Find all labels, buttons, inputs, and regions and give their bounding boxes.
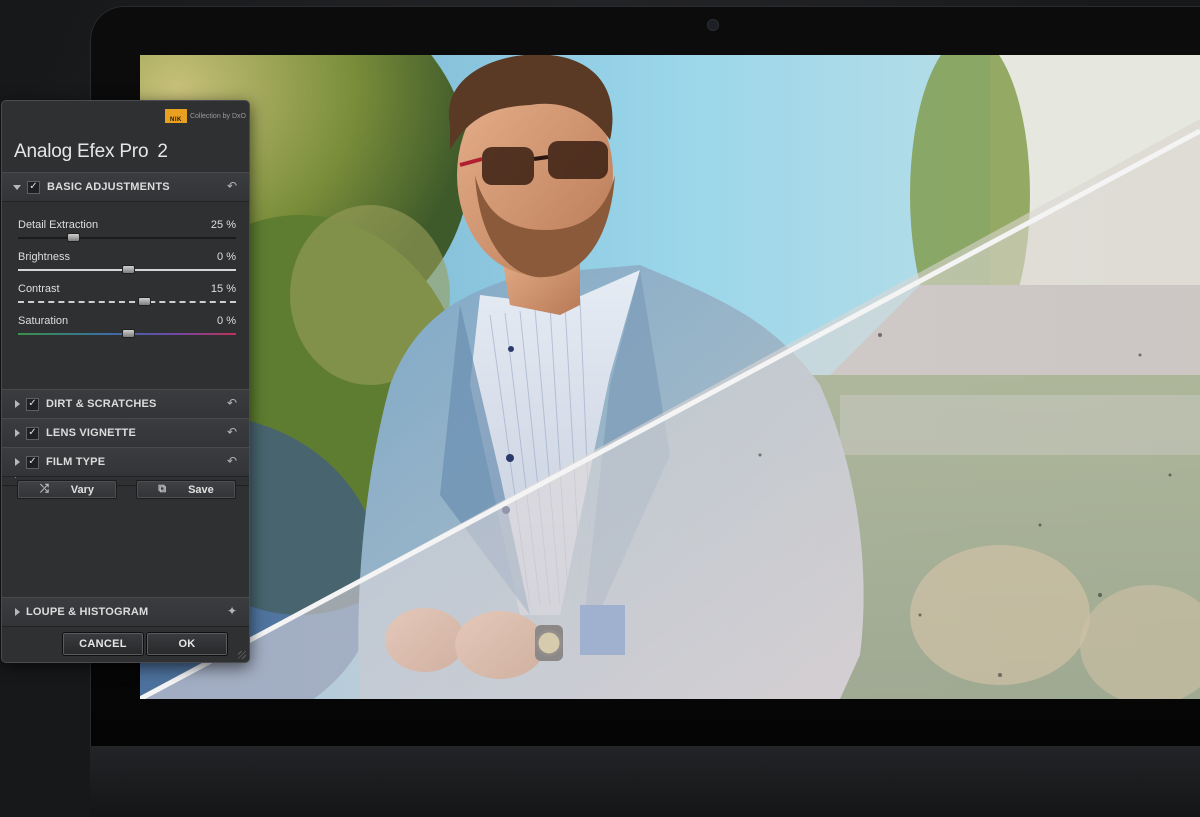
- webcam-icon: [708, 20, 718, 30]
- chevron-right-icon[interactable]: [15, 608, 20, 616]
- slider-label: Detail Extraction: [18, 219, 99, 231]
- save-button[interactable]: ⧉ Save: [136, 480, 236, 499]
- section-dirt-scratches[interactable]: ✓ DIRT & SCRATCHES ↶: [2, 389, 249, 419]
- slider-thumb[interactable]: [121, 329, 135, 338]
- section-film-type[interactable]: ✓ FILM TYPE ↶: [2, 447, 249, 477]
- resize-grip-icon[interactable]: [238, 651, 246, 659]
- adjustments-panel: NIK Collection by DxO Analog Efex Pro 2 …: [1, 100, 250, 663]
- slider-track[interactable]: [18, 301, 236, 303]
- section-basic-adjustments[interactable]: ✓ BASIC ADJUSTMENTS ↶: [2, 172, 249, 202]
- app-title-name: Analog Efex Pro: [14, 141, 149, 162]
- cancel-label: CANCEL: [79, 638, 127, 650]
- section-label: DIRT & SCRATCHES: [46, 398, 157, 410]
- photo-preview[interactable]: [140, 55, 1200, 699]
- slider-value: 25 %: [210, 219, 236, 231]
- shuffle-icon: ⤮: [39, 483, 49, 495]
- brand-logo: NIK Collection by DxO: [164, 109, 246, 123]
- slider-value: 0 %: [217, 251, 236, 263]
- slider-track[interactable]: [18, 237, 236, 239]
- check-icon[interactable]: ✓: [26, 397, 39, 411]
- section-label: LOUPE & HISTOGRAM: [26, 606, 149, 618]
- vary-label: Vary: [70, 483, 95, 496]
- section-label: LENS VIGNETTE: [46, 427, 136, 439]
- chevron-right-icon[interactable]: [15, 458, 20, 466]
- app-title-version: 2: [157, 141, 168, 162]
- slider-thumb[interactable]: [67, 233, 80, 242]
- monitor-base: [90, 746, 1200, 817]
- app-title: Analog Efex Pro 2: [14, 141, 168, 163]
- check-icon[interactable]: ✓: [26, 455, 39, 469]
- slider-thumb[interactable]: [137, 297, 151, 306]
- slider-label: Saturation: [18, 315, 69, 327]
- cancel-button[interactable]: CANCEL: [62, 632, 144, 656]
- reset-icon[interactable]: ↶: [227, 397, 239, 409]
- check-icon[interactable]: ✓: [27, 180, 40, 194]
- slider-thumb[interactable]: [121, 265, 135, 274]
- stage: NIK Collection by DxO Analog Efex Pro 2 …: [0, 0, 1200, 817]
- reset-icon[interactable]: ↶: [227, 426, 239, 438]
- section-loupe-histogram[interactable]: LOUPE & HISTOGRAM ✦: [2, 597, 249, 627]
- vary-button[interactable]: ⤮ Vary: [17, 480, 117, 499]
- ok-button[interactable]: OK: [146, 632, 228, 656]
- section-label: FILM TYPE: [46, 456, 106, 468]
- save-label: Save: [188, 483, 214, 496]
- brand-text: Collection by DxO: [189, 112, 246, 120]
- section-lens-vignette[interactable]: ✓ LENS VIGNETTE ↶: [2, 418, 249, 448]
- check-icon[interactable]: ✓: [26, 426, 39, 440]
- slider-label: Brightness: [18, 251, 70, 263]
- chevron-right-icon[interactable]: [15, 400, 20, 408]
- slider-value: 0 %: [217, 315, 236, 327]
- ok-label: OK: [178, 638, 196, 650]
- chevron-down-icon[interactable]: [13, 184, 21, 190]
- pin-icon[interactable]: ✦: [227, 605, 239, 617]
- slider-label: Contrast: [18, 283, 60, 295]
- portrait-photo: [140, 55, 1200, 699]
- chevron-right-icon[interactable]: [15, 429, 20, 437]
- nik-badge: NIK: [164, 109, 187, 123]
- reset-icon[interactable]: ↶: [227, 180, 239, 192]
- save-icon: ⧉: [158, 483, 167, 495]
- slider-value: 15 %: [210, 283, 236, 295]
- reset-icon[interactable]: ↶: [227, 455, 239, 467]
- section-label: BASIC ADJUSTMENTS: [47, 181, 170, 193]
